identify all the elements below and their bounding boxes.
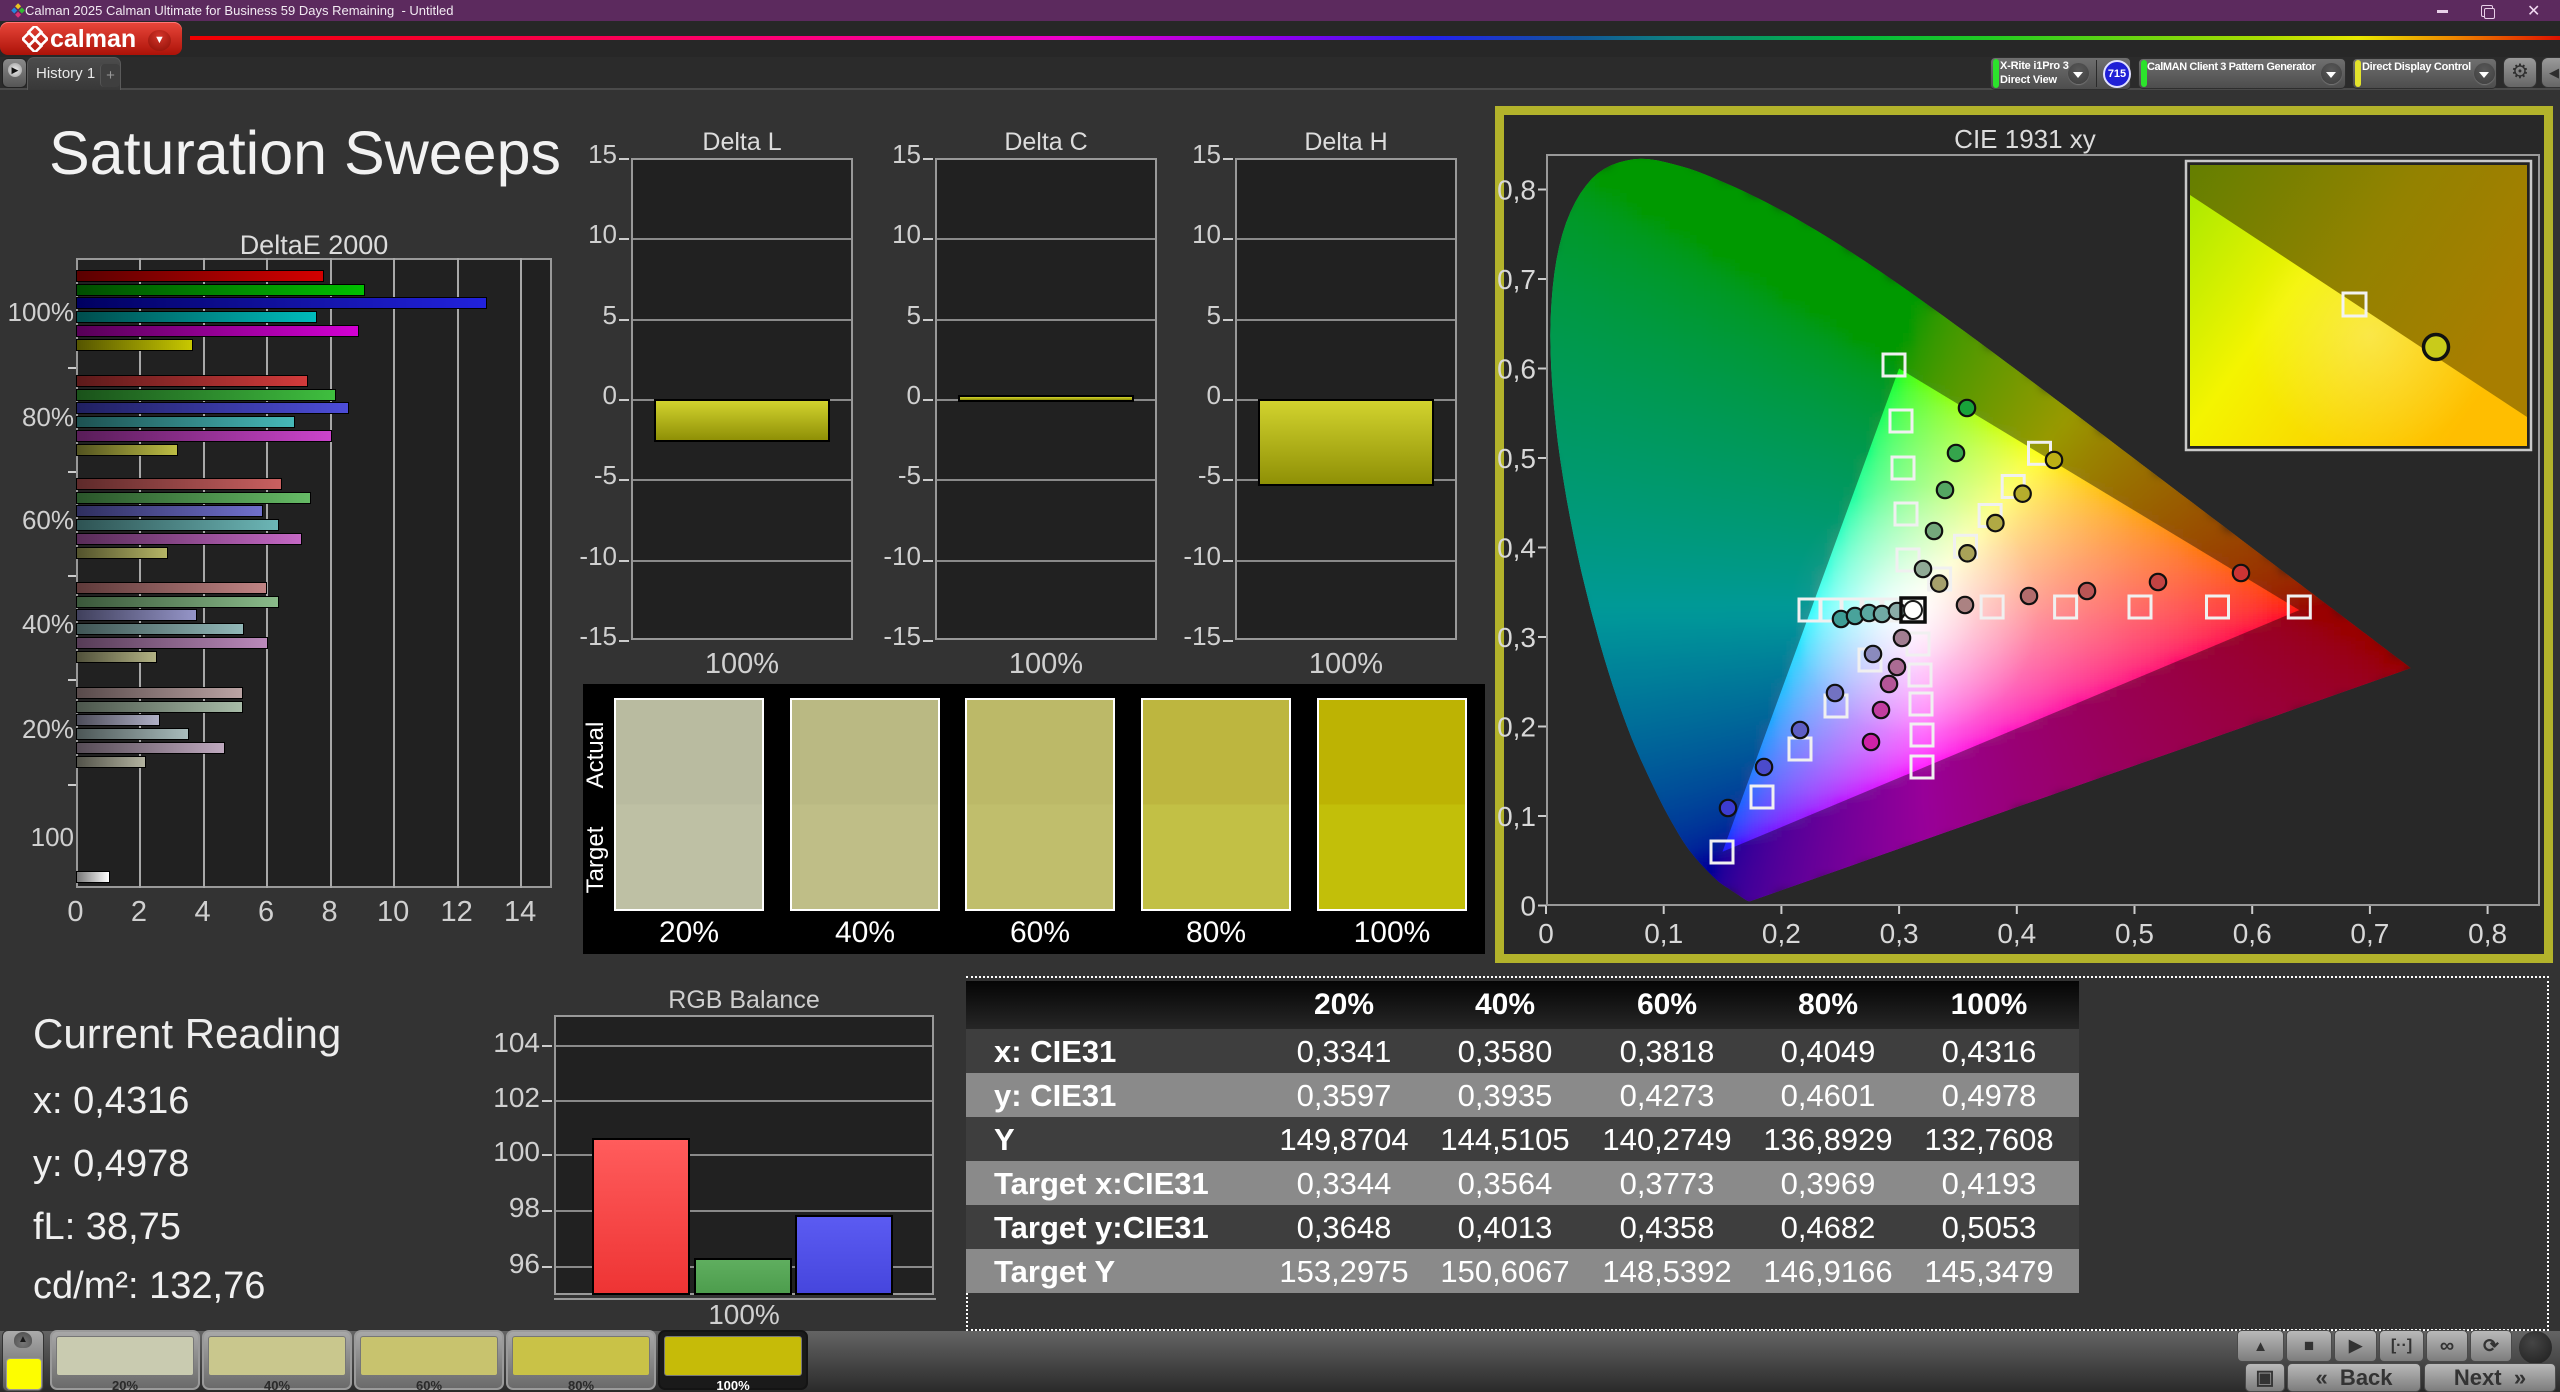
svg-text:0,2: 0,2 bbox=[1497, 712, 1536, 743]
svg-text:0,8: 0,8 bbox=[2468, 918, 2507, 949]
svg-text:0,3: 0,3 bbox=[1497, 622, 1536, 653]
svg-text:0: 0 bbox=[1538, 918, 1554, 949]
svg-text:0,6: 0,6 bbox=[2233, 918, 2272, 949]
svg-text:0,1: 0,1 bbox=[1644, 918, 1683, 949]
svg-text:0,5: 0,5 bbox=[2115, 918, 2154, 949]
svg-text:0,4: 0,4 bbox=[1997, 918, 2036, 949]
svg-text:0,3: 0,3 bbox=[1880, 918, 1919, 949]
svg-text:0: 0 bbox=[1520, 891, 1536, 922]
svg-text:0,2: 0,2 bbox=[1762, 918, 1801, 949]
svg-text:0,6: 0,6 bbox=[1497, 354, 1536, 385]
svg-text:0,7: 0,7 bbox=[2350, 918, 2389, 949]
svg-text:0,4: 0,4 bbox=[1497, 533, 1536, 564]
svg-text:0,8: 0,8 bbox=[1497, 175, 1536, 206]
svg-text:0,7: 0,7 bbox=[1497, 264, 1536, 295]
svg-text:0,5: 0,5 bbox=[1497, 443, 1536, 474]
svg-text:0,1: 0,1 bbox=[1497, 801, 1536, 832]
